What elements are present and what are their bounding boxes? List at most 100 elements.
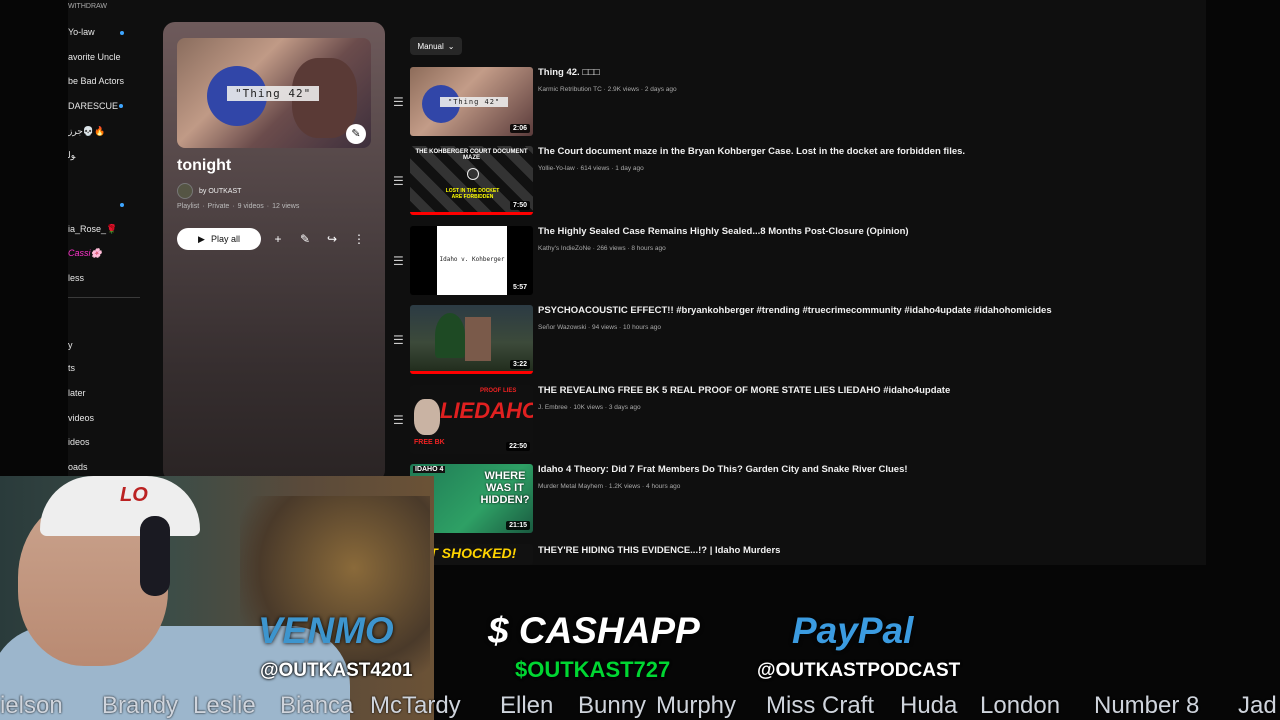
new-content-dot (119, 104, 123, 108)
paypal-handle: @OUTKASTPODCAST (757, 660, 961, 681)
sidebar-item-your-videos[interactable]: ideos (68, 437, 90, 447)
sidebar-item-subscription[interactable]: be Bad Actors (68, 76, 124, 86)
video-title[interactable]: THEY'RE HIDING THIS EVIDENCE...!? | Idah… (538, 545, 780, 556)
playlist-video-row[interactable]: ☰ PROOF LIES LIEDAHO4 FREE BK 22:50 THE … (388, 385, 1188, 463)
video-duration: 22:50 (506, 442, 530, 451)
video-title[interactable]: The Court document maze in the Bryan Koh… (538, 146, 965, 157)
sidebar-item-you[interactable]: y (68, 340, 73, 350)
share-icon: ↪ (326, 232, 338, 246)
person-image (414, 399, 440, 435)
meta-separator: · (266, 203, 270, 210)
video-title[interactable]: Idaho 4 Theory: Did 7 Frat Members Do Th… (538, 464, 908, 475)
video-title[interactable]: Thing 42. □□□ (538, 67, 600, 78)
sidebar-item-subscription[interactable]: Yo-law (68, 27, 95, 37)
playlist-video-row[interactable]: ☰ THE KOHBERGER COURT DOCUMENT MAZE LOST… (388, 146, 1188, 224)
add-videos-button[interactable]: + (267, 228, 289, 250)
more-options-button[interactable]: ⋮ (348, 228, 370, 250)
video-meta: Kathy's IndieZoNe · 266 views · 8 hours … (538, 245, 666, 252)
avatar (177, 183, 193, 199)
sidebar-item-watch-later[interactable]: later (68, 388, 86, 398)
edit-playlist-button[interactable]: ✎ (294, 228, 316, 250)
ticker-name: Bunny (578, 692, 647, 719)
thumbnail-text: IDAHO 4 (413, 466, 446, 473)
venmo-logo: VENMO (258, 610, 394, 651)
sidebar-item-liked-videos[interactable]: videos (68, 413, 94, 423)
video-thumbnail[interactable]: THE KOHBERGER COURT DOCUMENT MAZE LOST I… (410, 146, 533, 215)
more-vert-icon: ⋮ (353, 232, 365, 246)
sidebar-item-subscription[interactable]: ia_Rose_🌹 (68, 224, 117, 235)
tree-image (435, 313, 465, 358)
playlist-video-row[interactable]: ERT SHOCKED! THEY'RE HIDING THIS EVIDENC… (388, 544, 1188, 565)
cashapp-handle: $OUTKAST727 (515, 657, 671, 682)
channel-name[interactable]: J. Embree (538, 404, 568, 411)
sidebar-item-downloads[interactable]: oads (68, 462, 88, 472)
paypal-logo: PayPal (792, 610, 914, 651)
meta-privacy[interactable]: Private (208, 203, 230, 210)
video-title[interactable]: PSYCHOACOUSTIC EFFECT!! #bryankohberger … (538, 305, 1052, 316)
thumbnail-text: LOST IN THE DOCKET ARE FORBIDDEN (445, 188, 500, 200)
playlist-video-row[interactable]: ☰ "Thing 42" 2:06 Thing 42. □□□ Karmic R… (388, 67, 1188, 145)
video-thumbnail[interactable]: PROOF LIES LIEDAHO4 FREE BK 22:50 (410, 385, 533, 454)
stick-figure-icon (467, 168, 479, 180)
ticker-name: Number 8 (1094, 692, 1200, 719)
view-count: 614 views (580, 165, 610, 172)
drag-handle-icon[interactable]: ☰ (393, 333, 404, 347)
video-thumbnail[interactable]: 3:22 (410, 305, 533, 374)
video-meta: Murder Metal Mayhem · 1.2K views · 4 hou… (538, 483, 681, 490)
playlist-owner[interactable]: by OUTKAST (177, 183, 242, 199)
channel-name[interactable]: Murder Metal Mayhem (538, 483, 603, 490)
meta-video-count: 9 videos (237, 203, 264, 210)
sidebar-item-subscription[interactable]: ﻮﻟ (68, 150, 75, 161)
share-button[interactable]: ↪ (321, 228, 343, 250)
upload-age: 3 days ago (608, 404, 641, 411)
supporter-ticker: ielson Brandy Leslie Bianca McTardy Elle… (0, 690, 1280, 720)
chevron-down-icon: ⌄ (447, 41, 455, 51)
edit-thumbnail-button[interactable]: ✎ (346, 124, 366, 144)
video-title[interactable]: THE REVEALING FREE BK 5 REAL PROOF OF MO… (538, 385, 950, 396)
playlist-video-row[interactable]: ☰ Idaho v. Kohberger 5:57 The Highly Sea… (388, 226, 1188, 304)
thumbnail-caption: "Thing 42" (440, 97, 509, 107)
channel-name[interactable]: Señor Wazowski (538, 324, 586, 331)
headset-image (140, 516, 170, 596)
sidebar-item-subscription[interactable]: avorite Uncle (68, 52, 121, 62)
owner-name: by OUTKAST (199, 187, 242, 195)
drag-handle-icon[interactable]: ☰ (393, 413, 404, 427)
view-count: 266 views (596, 245, 626, 252)
drag-handle-icon[interactable]: ☰ (393, 254, 404, 268)
playlist-video-row[interactable]: ☰ IDAHO 4 WHERE WAS IT HIDDEN? 21:15 Ida… (388, 464, 1188, 542)
ticker-name: ielson (0, 692, 63, 719)
cap-image: LO (40, 476, 200, 536)
drag-handle-icon[interactable]: ☰ (393, 174, 404, 188)
drag-handle-icon[interactable]: ☰ (393, 95, 404, 109)
play-all-button[interactable]: ▶ Play all (177, 228, 261, 250)
playlist-title: tonight (177, 157, 232, 174)
ticker-name: Miss Craft (766, 692, 874, 719)
sidebar-item-subscription[interactable]: Cassi🌸 (68, 248, 102, 259)
view-count: 10K views (573, 404, 604, 411)
thumbnail-text: PROOF LIES (480, 388, 517, 394)
ticker-name: Huda (900, 692, 958, 719)
ticker-name: Jad (1238, 692, 1277, 719)
upload-age: 10 hours ago (623, 324, 661, 331)
thumbnail-caption: "Thing 42" (227, 86, 320, 101)
video-thumbnail[interactable]: Idaho v. Kohberger 5:57 (410, 226, 533, 295)
video-title[interactable]: The Highly Sealed Case Remains Highly Se… (538, 226, 909, 237)
video-thumbnail[interactable]: "Thing 42" 2:06 (410, 67, 533, 136)
ticker-name: London (980, 692, 1061, 719)
sidebar-item-subscription[interactable]: less (68, 273, 84, 283)
sidebar-item-subscription[interactable]: جرز💀🔥 (68, 126, 105, 137)
video-duration: 21:15 (506, 521, 530, 530)
sidebar-item-playlists[interactable]: ts (68, 363, 75, 373)
playlist-video-row[interactable]: ☰ 3:22 PSYCHOACOUSTIC EFFECT!! #bryankoh… (388, 305, 1188, 383)
playlist-header-card: "Thing 42" ✎ tonight by OUTKAST Playlist… (163, 22, 385, 482)
sidebar-item-partial[interactable]: WITHDRAW (68, 3, 107, 10)
sidebar-item-subscription[interactable]: DARESCUE (68, 101, 118, 111)
ticker-name: Brandy (102, 692, 179, 719)
video-duration: 3:22 (509, 360, 530, 369)
channel-name[interactable]: Yollie-Yo-law (538, 165, 575, 172)
channel-name[interactable]: Kathy's IndieZoNe (538, 245, 591, 252)
sort-dropdown[interactable]: Manual ⌄ (410, 37, 462, 55)
channel-name[interactable]: Karmic Retribution TC (538, 86, 602, 93)
playlist-thumbnail[interactable]: "Thing 42" ✎ (177, 38, 371, 148)
upload-age: 4 hours ago (646, 483, 681, 490)
